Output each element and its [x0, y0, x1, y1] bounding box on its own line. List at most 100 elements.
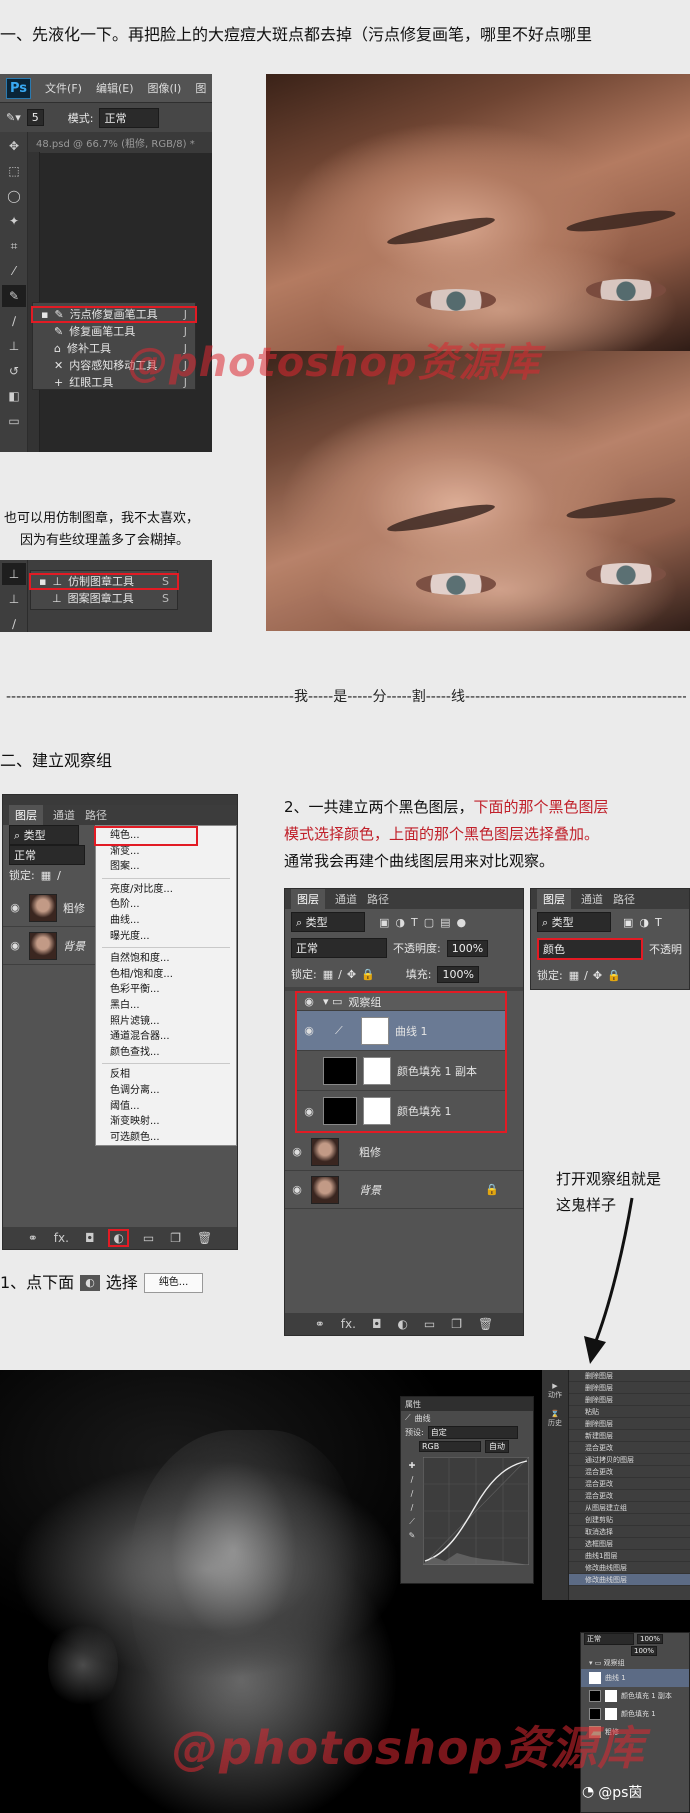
mini-opacity[interactable]: 100% [637, 1634, 664, 1644]
tab-layers[interactable]: 图层 [291, 889, 325, 909]
lasso-tool-icon[interactable]: ◯ [2, 185, 26, 207]
filter-select[interactable]: ⌕ 类型 [291, 912, 365, 932]
history-item[interactable]: 通过拷贝的图层 [569, 1454, 690, 1466]
tab-paths[interactable]: 路径 [367, 891, 389, 907]
menu-edit[interactable]: 编辑(E) [96, 80, 134, 96]
adjustment-menu-item[interactable]: 渐变... [96, 844, 236, 860]
tab-layers[interactable]: 图层 [537, 889, 571, 909]
crop-tool-icon[interactable]: ⌗ [2, 235, 26, 257]
curves-graph[interactable] [423, 1457, 529, 1565]
channel-select[interactable]: RGB [419, 1440, 481, 1452]
history-item[interactable]: 选框图层 [569, 1538, 690, 1550]
tab-channels[interactable]: 通道 [335, 891, 357, 907]
adjustment-menu-item[interactable]: 自然饱和度... [96, 951, 236, 967]
adjustment-menu-item[interactable]: 阈值... [96, 1099, 236, 1115]
layer-row-fill[interactable]: ◉ 颜色填充 1 [297, 1091, 505, 1131]
history-item[interactable]: 创建剪贴 [569, 1514, 690, 1526]
adjustment-menu-item[interactable]: 照片滤镜... [96, 1014, 236, 1030]
auto-button[interactable]: 自动 [485, 1439, 509, 1453]
eye-icon[interactable]: ◉ [289, 1183, 305, 1196]
mode-select[interactable]: 正常 [99, 107, 160, 128]
adjustment-menu-item[interactable]: 曲线... [96, 913, 236, 929]
mini-row-curves[interactable]: 曲线 1 [581, 1669, 689, 1687]
adjustment-menu-item[interactable]: 纯色... [94, 826, 198, 846]
adjustment-menu-item[interactable]: 色阶... [96, 897, 236, 913]
tab-paths[interactable]: 路径 [85, 807, 107, 823]
history-brush-icon[interactable]: ↺ [2, 360, 26, 382]
history-item[interactable]: 曲线1图层 [569, 1550, 690, 1562]
eye-icon[interactable]: ◉ [301, 995, 317, 1008]
adjustment-menu-item[interactable]: 反相 [96, 1067, 236, 1083]
adjustment-menu-item[interactable]: 可选颜色... [96, 1130, 236, 1146]
brush-size-field[interactable]: 5 [26, 109, 44, 126]
blend-select-color[interactable]: 颜色 [537, 938, 643, 960]
brush-mini-icon[interactable]: ∕ [2, 613, 26, 632]
adjustment-menu-item[interactable]: 色彩平衡... [96, 982, 236, 998]
tab-layers[interactable]: 图层 [9, 805, 43, 825]
history-item[interactable]: 删除图层 [569, 1370, 690, 1382]
layer-row-curves[interactable]: ◉ ⟋ 曲线 1 [297, 1011, 505, 1051]
mini-group-row[interactable]: ▾ ▭ 观察组 [581, 1657, 689, 1669]
history-item[interactable]: 粘贴 [569, 1406, 690, 1418]
adjustment-menu-item[interactable]: 图案... [96, 859, 236, 875]
tab-channels[interactable]: 通道 [53, 807, 75, 823]
curves-tools[interactable]: ✚ ∕ ∕ ∕ ⟋ ✎ [405, 1459, 419, 1543]
eye-icon[interactable]: ◉ [7, 901, 23, 914]
move-tool-icon[interactable]: ✥ [2, 135, 26, 157]
fx-icon[interactable]: fx. [54, 1231, 69, 1245]
menu-image[interactable]: 图像(I) [148, 80, 182, 96]
preset-select[interactable]: 自定 [427, 1425, 518, 1439]
pattern-stamp-icon[interactable]: ⊥ [2, 588, 26, 610]
history-item[interactable]: 删除图层 [569, 1382, 690, 1394]
flyout-pattern-stamp[interactable]: ⊥ 图案图章工具 S [31, 590, 177, 607]
history-icon[interactable]: ⌛ [542, 1410, 568, 1418]
flyout-clone-stamp[interactable]: ▪ ⊥ 仿制图章工具 S [29, 573, 179, 590]
mini-fill[interactable]: 100% [631, 1646, 658, 1656]
healing-brush-icon[interactable]: ✎▾ [6, 111, 21, 124]
fx-icon[interactable]: fx. [341, 1317, 356, 1331]
new-layer-icon[interactable]: ❐ [451, 1317, 462, 1331]
filter-select[interactable]: ⌕ 类型 [9, 825, 79, 845]
link-icon[interactable]: ⚭ [28, 1231, 38, 1245]
eyedropper-icon[interactable]: ⁄ [2, 260, 26, 282]
eye-icon[interactable]: ◉ [289, 1145, 305, 1158]
filter-select[interactable]: ⌕ 类型 [537, 912, 611, 932]
filter-icons[interactable]: ▣◑T▢▤● [379, 916, 472, 929]
lock-icons[interactable]: ▦∕✥🔒 [323, 968, 380, 981]
adjustment-icon[interactable]: ◐ [108, 1229, 129, 1247]
link-icon[interactable]: ⚭ [315, 1317, 325, 1331]
gradient-icon[interactable]: ▭ [2, 410, 26, 432]
play-icon[interactable]: ▶ [542, 1382, 568, 1390]
stamp-tool-icon[interactable]: ⊥ [2, 335, 26, 357]
mask-icon[interactable]: ◘ [85, 1231, 95, 1245]
history-item[interactable]: 混合更改 [569, 1442, 690, 1454]
history-item[interactable]: 混合更改 [569, 1466, 690, 1478]
history-item[interactable]: 混合更改 [569, 1490, 690, 1502]
history-item[interactable]: 从图层建立组 [569, 1502, 690, 1514]
history-item[interactable]: 混合更改 [569, 1478, 690, 1490]
adjustment-menu-item[interactable]: 色相/饱和度... [96, 967, 236, 983]
lock-brush-icon[interactable]: ∕ [57, 869, 61, 882]
history-item[interactable]: 删除图层 [569, 1418, 690, 1430]
doc-tab[interactable]: 48.psd @ 66.7% (粗修, RGB/8) * [28, 132, 212, 153]
magic-wand-icon[interactable]: ✦ [2, 210, 26, 232]
menu-more[interactable]: 图 [195, 80, 206, 96]
lock-pixels-icon[interactable]: ▦ [41, 869, 51, 882]
mini-blend[interactable]: 正常 [584, 1633, 634, 1645]
folder-icon[interactable]: ▭ [143, 1231, 154, 1245]
history-item[interactable]: 新建图层 [569, 1430, 690, 1442]
trash-icon[interactable]: 🗑 [478, 1317, 493, 1331]
adjustment-icon[interactable]: ◐ [397, 1317, 407, 1331]
eye-icon[interactable]: ◉ [301, 1105, 317, 1118]
adjustment-menu-item[interactable]: 颜色查找... [96, 1045, 236, 1061]
tab-channels[interactable]: 通道 [581, 891, 603, 907]
mask-icon[interactable]: ◘ [372, 1317, 382, 1331]
fill-field[interactable]: 100% [437, 965, 479, 983]
blend-select[interactable]: 正常 [291, 938, 387, 958]
history-item[interactable]: 取消选择 [569, 1526, 690, 1538]
eraser-icon[interactable]: ◧ [2, 385, 26, 407]
group-row[interactable]: ◉ ▾ ▭ 观察组 [297, 993, 505, 1011]
eye-icon[interactable]: ◉ [301, 1024, 317, 1037]
history-item[interactable]: 修改曲线图层 [569, 1562, 690, 1574]
layer-row-bg[interactable]: ◉ 背景 🔒 [285, 1171, 523, 1209]
